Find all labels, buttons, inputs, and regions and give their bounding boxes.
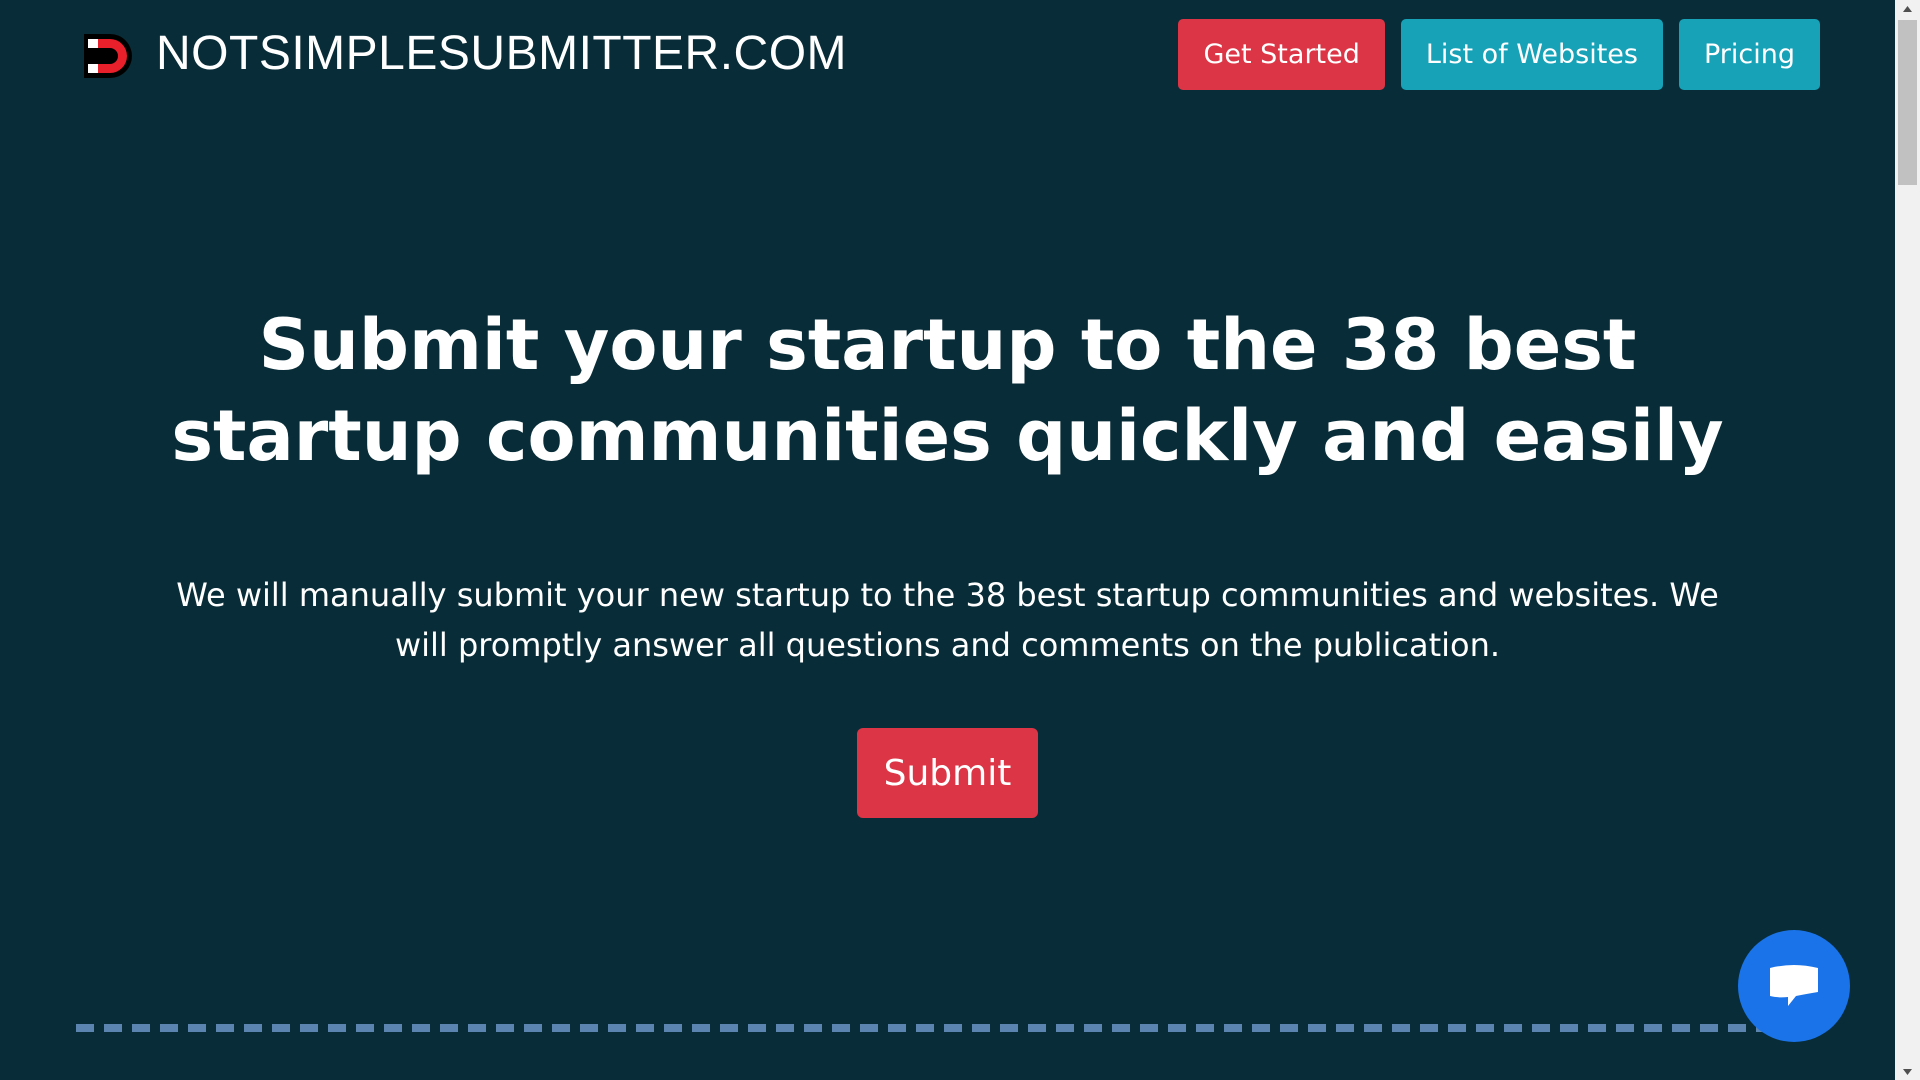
submit-button[interactable]: Submit bbox=[857, 728, 1038, 818]
pricing-button[interactable]: Pricing bbox=[1678, 19, 1820, 90]
chat-bubble-icon bbox=[1770, 965, 1818, 1006]
magnet-icon bbox=[84, 34, 132, 78]
site-logo-link[interactable]: NOTSIMPLESUBMITTER.COM bbox=[80, 26, 847, 82]
dashed-divider bbox=[76, 1024, 1766, 1032]
top-nav: Get Started List of Websites Pricing bbox=[1178, 19, 1820, 90]
page: NOTSIMPLESUBMITTER.COM Get Started List … bbox=[0, 0, 1920, 1080]
chat-widget-button[interactable] bbox=[1738, 930, 1850, 1042]
viewport: NOTSIMPLESUBMITTER.COM Get Started List … bbox=[0, 0, 1895, 1080]
scroll-down-arrow-icon[interactable] bbox=[1895, 1063, 1920, 1080]
get-started-button[interactable]: Get Started bbox=[1178, 19, 1385, 90]
list-of-websites-button[interactable]: List of Websites bbox=[1400, 19, 1663, 90]
hero-description: We will manually submit your new startup… bbox=[176, 576, 1719, 664]
scrollbar-thumb[interactable] bbox=[1898, 20, 1917, 185]
site-logo-text: NOTSIMPLESUBMITTER.COM bbox=[156, 27, 848, 80]
vertical-scrollbar[interactable] bbox=[1895, 0, 1920, 1080]
hero-title: Submit your startup to the 38 best start… bbox=[171, 304, 1724, 477]
scroll-up-arrow-icon[interactable] bbox=[1895, 0, 1920, 17]
